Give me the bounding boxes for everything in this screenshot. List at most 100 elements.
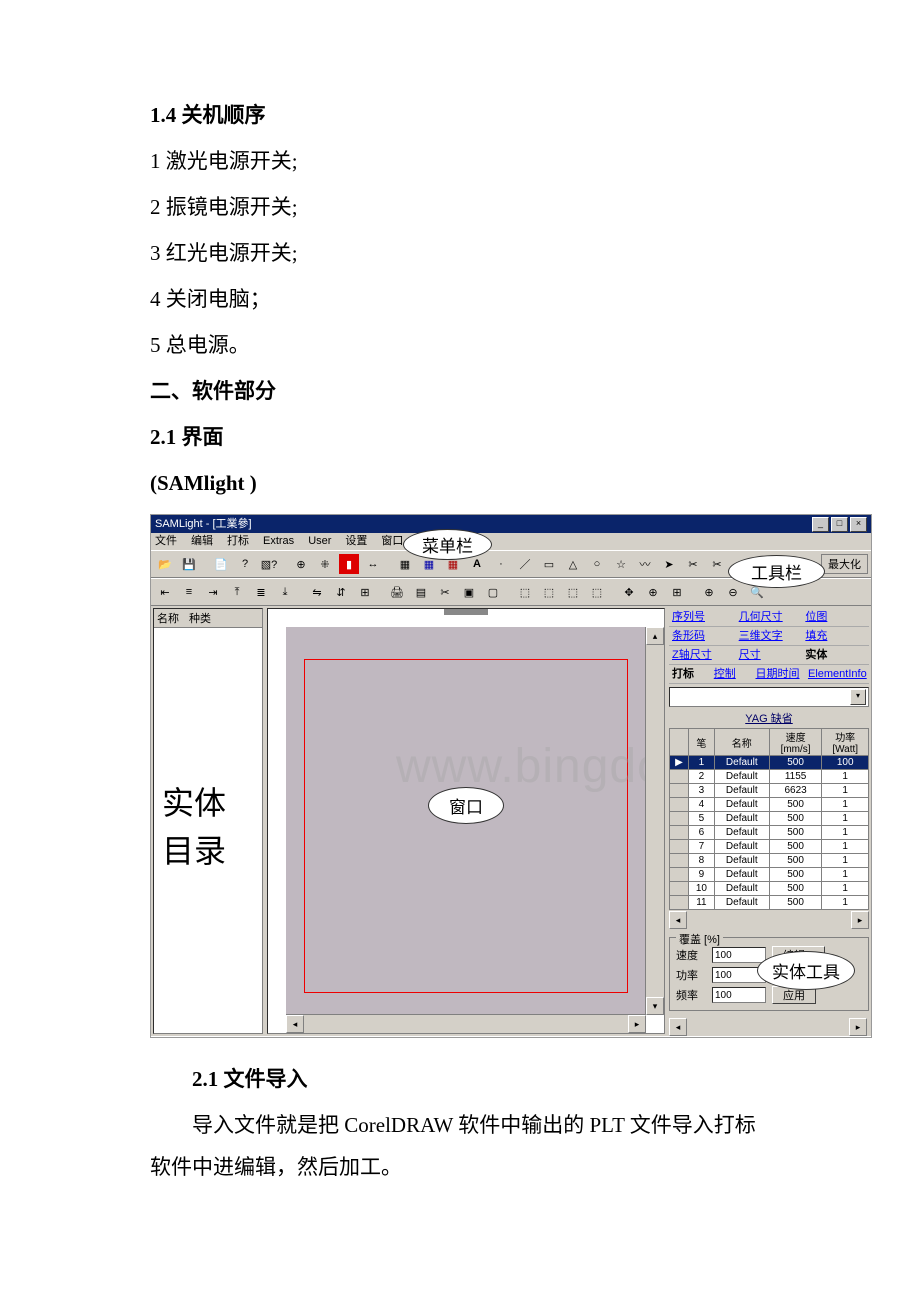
- fit3-icon[interactable]: ⊞: [666, 581, 688, 603]
- pen-grid[interactable]: 笔 名称 速度 [mm/s] 功率 [Watt] ▶1Default500100…: [669, 728, 869, 910]
- line-icon[interactable]: ／: [514, 553, 536, 575]
- flip-v-icon[interactable]: ⇵: [330, 581, 352, 603]
- scroll-left-icon[interactable]: ◂: [286, 1015, 304, 1033]
- override-freq-input[interactable]: [712, 987, 766, 1003]
- pen-row[interactable]: 2Default11551: [670, 770, 869, 784]
- sel4-icon[interactable]: ⬚: [586, 581, 608, 603]
- group-icon[interactable]: ⊞: [354, 581, 376, 603]
- star-icon[interactable]: ☆: [610, 553, 632, 575]
- sel2-icon[interactable]: ⬚: [538, 581, 560, 603]
- open-icon[interactable]: 📂: [154, 553, 176, 575]
- copy-icon[interactable]: 📄: [210, 553, 232, 575]
- canvas-scroll-h[interactable]: ◂ ▸: [286, 1014, 646, 1033]
- sel3-icon[interactable]: ⬚: [562, 581, 584, 603]
- target-icon[interactable]: ⊕: [290, 553, 312, 575]
- area2-icon[interactable]: ▢: [482, 581, 504, 603]
- tab-datetime[interactable]: 日期时间: [756, 668, 800, 680]
- align-center-h-icon[interactable]: ≡: [178, 581, 200, 603]
- minimize-icon[interactable]: _: [812, 517, 829, 532]
- pen-row[interactable]: 10Default5001: [670, 882, 869, 896]
- scroll-up-icon[interactable]: ▴: [646, 627, 664, 645]
- pen-row[interactable]: 8Default5001: [670, 854, 869, 868]
- panel-scroll-left-icon[interactable]: ◂: [669, 1018, 687, 1036]
- centerfit-icon[interactable]: ✥: [618, 581, 640, 603]
- tab-mark[interactable]: 打标: [672, 668, 694, 680]
- print-icon[interactable]: 🖨: [386, 581, 408, 603]
- grid-scroll-left-icon[interactable]: ◂: [669, 911, 687, 929]
- help-icon[interactable]: ?: [234, 553, 256, 575]
- tab-barcode[interactable]: 条形码: [672, 630, 705, 642]
- circle-icon[interactable]: ○: [586, 553, 608, 575]
- zoom-out-icon[interactable]: ⊖: [722, 581, 744, 603]
- layers-icon[interactable]: ▤: [410, 581, 432, 603]
- pen-row[interactable]: 11Default5001: [670, 896, 869, 910]
- grid-scroll-right-icon[interactable]: ▸: [851, 911, 869, 929]
- zoom-in-icon[interactable]: ⊕: [698, 581, 720, 603]
- status-bar: Press F1 for Help. 0 Process: 648 s ; La…: [151, 1036, 871, 1038]
- scroll-down-icon[interactable]: ▾: [646, 997, 664, 1015]
- scroll-right-icon[interactable]: ▸: [628, 1015, 646, 1033]
- pen-row[interactable]: 5Default5001: [670, 812, 869, 826]
- tab-3dtext[interactable]: 三维文字: [739, 630, 783, 642]
- override-speed-input[interactable]: [712, 947, 766, 963]
- laser-icon[interactable]: ⁜: [314, 553, 336, 575]
- align-bottom-icon[interactable]: ⤓: [274, 581, 296, 603]
- maximize-button[interactable]: 最大化: [821, 554, 868, 574]
- step-5: 5 总电源。: [150, 324, 770, 366]
- pen-row[interactable]: 6Default5001: [670, 826, 869, 840]
- chevron-down-icon[interactable]: ▾: [850, 689, 866, 705]
- entity-col-name: 名称: [157, 610, 179, 626]
- cut-icon[interactable]: ✂: [682, 553, 704, 575]
- menu-window[interactable]: 窗口: [381, 533, 403, 550]
- point-icon[interactable]: ·: [490, 553, 512, 575]
- align-left-icon[interactable]: ⇤: [154, 581, 176, 603]
- rect-icon[interactable]: ▭: [538, 553, 560, 575]
- curve-icon[interactable]: 〰: [634, 553, 656, 575]
- tab-control[interactable]: 控制: [714, 668, 736, 680]
- tab-bitmap[interactable]: 位图: [805, 611, 827, 623]
- align-middle-icon[interactable]: ≣: [250, 581, 272, 603]
- flip-h-icon[interactable]: ⇋: [306, 581, 328, 603]
- tab-hatch[interactable]: 填充: [805, 630, 827, 642]
- align-top-icon[interactable]: ⤒: [226, 581, 248, 603]
- menubar-annotation: 菜单栏: [403, 529, 492, 560]
- menu-edit[interactable]: 编辑: [191, 533, 213, 550]
- context-help-icon[interactable]: ▧?: [258, 553, 280, 575]
- tab-zdim[interactable]: Z轴尺寸: [672, 649, 712, 661]
- pen-row[interactable]: 9Default5001: [670, 868, 869, 882]
- area1-icon[interactable]: ▣: [458, 581, 480, 603]
- close-icon[interactable]: ×: [850, 517, 867, 532]
- menu-extras[interactable]: Extras: [263, 533, 294, 550]
- tab-dim[interactable]: 尺寸: [739, 649, 761, 661]
- pen-row[interactable]: 7Default5001: [670, 840, 869, 854]
- drawing-canvas[interactable]: www.bingdoc.co 窗口: [286, 627, 646, 1015]
- grid1-icon[interactable]: ▦: [394, 553, 416, 575]
- save-icon[interactable]: 💾: [178, 553, 200, 575]
- scissors-icon[interactable]: ✂: [706, 553, 728, 575]
- canvas-annotation: 窗口: [428, 787, 504, 824]
- menu-bar: 文件 编辑 打标 Extras User 设置 窗口 帮助: [151, 533, 871, 550]
- lock-icon[interactable]: ✂: [434, 581, 456, 603]
- fit2-icon[interactable]: ⊕: [642, 581, 664, 603]
- pen-row[interactable]: 4Default5001: [670, 798, 869, 812]
- tab-geometry[interactable]: 几何尺寸: [739, 611, 783, 623]
- pointer-icon[interactable]: ➤: [658, 553, 680, 575]
- canvas-scroll-v[interactable]: ▴ ▾: [645, 627, 664, 1015]
- sel1-icon[interactable]: ⬚: [514, 581, 536, 603]
- menu-file[interactable]: 文件: [155, 533, 177, 550]
- menu-user[interactable]: User: [308, 533, 331, 550]
- maximize-icon[interactable]: □: [831, 517, 848, 532]
- tab-elementinfo[interactable]: ElementInfo: [808, 668, 867, 680]
- fill-icon[interactable]: ▮: [338, 553, 360, 575]
- panel-scroll-right-icon[interactable]: ▸: [849, 1018, 867, 1036]
- menu-mark[interactable]: 打标: [227, 533, 249, 550]
- pen-row[interactable]: ▶1Default500100: [670, 756, 869, 770]
- menu-settings[interactable]: 设置: [345, 533, 367, 550]
- tab-serial[interactable]: 序列号: [672, 611, 705, 623]
- move-icon[interactable]: ↔: [362, 553, 384, 575]
- triangle-icon[interactable]: △: [562, 553, 584, 575]
- tab-entity[interactable]: 实体: [805, 649, 827, 661]
- pen-row[interactable]: 3Default66231: [670, 784, 869, 798]
- align-right-icon[interactable]: ⇥: [202, 581, 224, 603]
- profile-dropdown[interactable]: ▾: [669, 687, 869, 707]
